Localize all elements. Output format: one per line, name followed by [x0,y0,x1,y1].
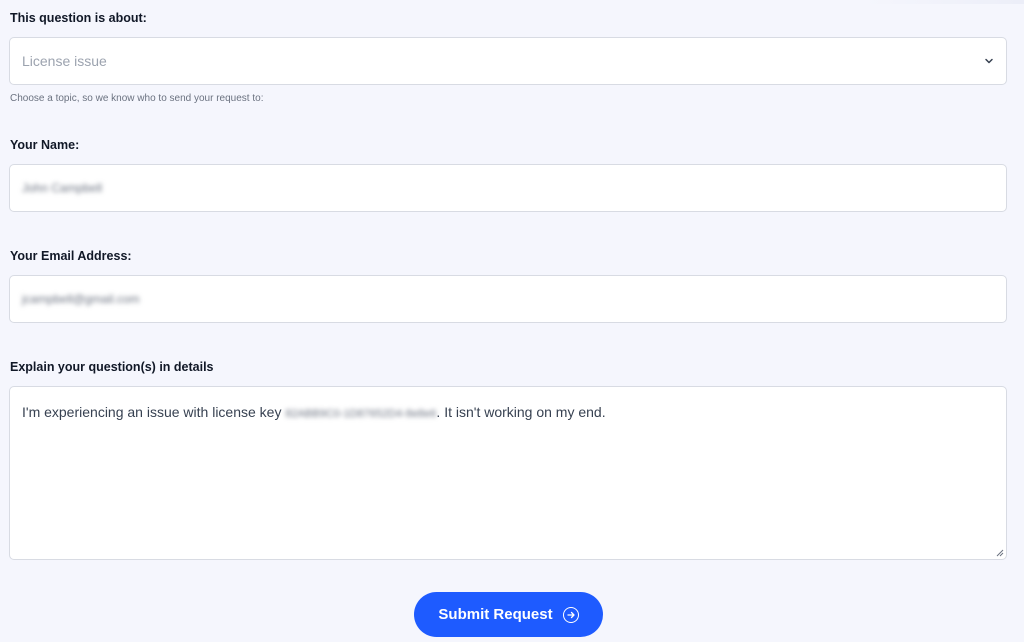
top-edge-strip [864,0,1024,4]
name-field[interactable]: John Campbell [9,164,1007,212]
name-label: Your Name: [10,138,80,152]
details-label: Explain your question(s) in details [10,360,214,374]
email-value: jcampbell@gmail.com [22,292,140,306]
topic-selected-value: License issue [22,53,107,69]
details-text-after: . It isn't working on my end. [436,404,606,420]
topic-select[interactable]: License issue [9,37,1007,85]
email-label: Your Email Address: [10,249,132,263]
details-text-before: I'm experiencing an issue with license k… [22,404,286,420]
topic-label: This question is about: [10,11,147,25]
chevron-down-icon [985,58,993,64]
arrow-right-circle-icon [562,606,579,623]
license-key-value: 82ABB9C0-1D87652D4-8e8e6 [285,408,437,420]
submit-label: Submit Request [438,606,553,623]
name-value: John Campbell [22,181,103,195]
email-field[interactable]: jcampbell@gmail.com [9,275,1007,323]
details-textarea[interactable]: I'm experiencing an issue with license k… [9,386,1007,560]
topic-hint: Choose a topic, so we know who to send y… [10,93,264,104]
resize-handle-icon[interactable] [996,549,1004,557]
submit-request-button[interactable]: Submit Request [414,592,603,637]
details-text: I'm experiencing an issue with license k… [22,404,606,420]
